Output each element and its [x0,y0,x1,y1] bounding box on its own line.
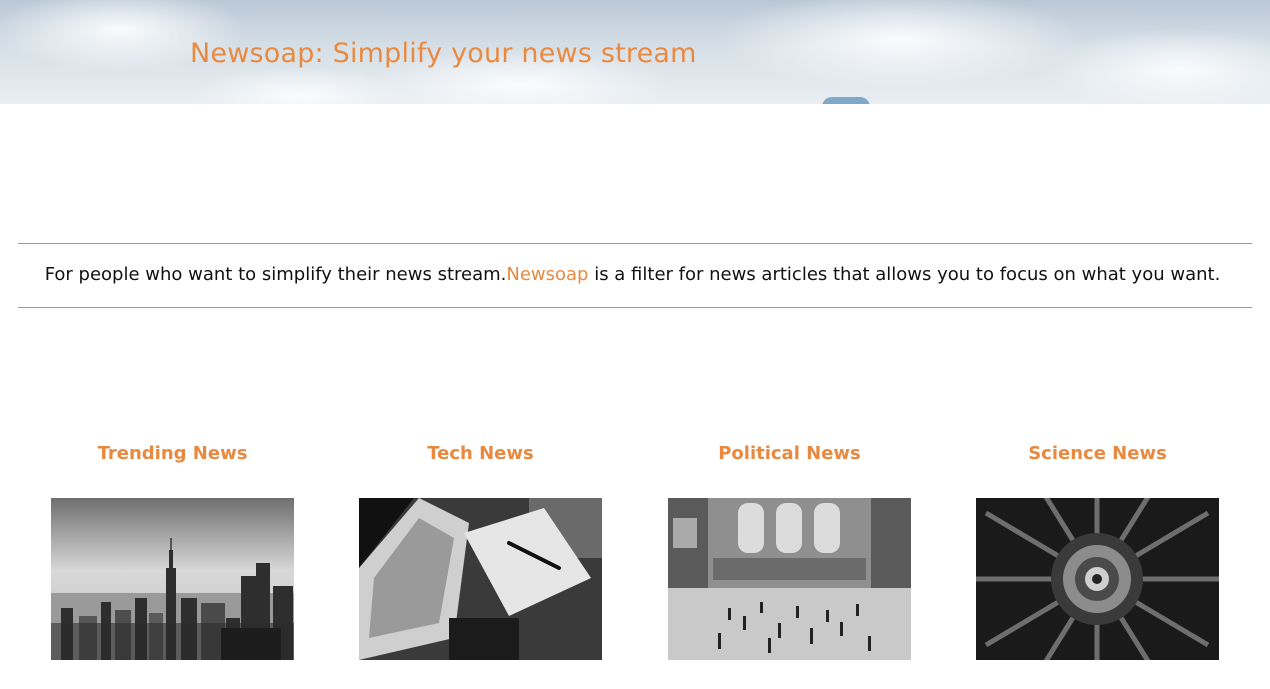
tech-news-image[interactable] [359,498,602,660]
category-title-science[interactable]: Science News [976,440,1219,498]
science-news-image[interactable] [976,498,1219,660]
political-news-image[interactable] [668,498,911,660]
category-political[interactable]: Political News [668,440,911,660]
category-science[interactable]: Science News [976,440,1219,660]
tagline: For people who want to simplify their ne… [0,264,1265,285]
category-title-trending[interactable]: Trending News [51,440,294,498]
tagline-text: For people who want to simplify their ne… [44,264,507,285]
category-tech[interactable]: Tech News [359,440,602,660]
category-trending[interactable]: Trending News [51,440,294,660]
trending-news-image[interactable] [51,498,294,660]
tagline-text-end: is a filter for news articles that allow… [588,264,1221,285]
hero-cloud-shape [822,97,870,104]
category-title-political[interactable]: Political News [668,440,911,498]
divider-bottom [18,307,1252,308]
site-title: Newsoap: Simplify your news stream [190,38,697,69]
divider-top [18,243,1252,244]
tagline-brand: Newsoap [506,264,589,285]
category-title-tech[interactable]: Tech News [359,440,602,498]
hero-banner: Newsoap: Simplify your news stream [0,0,1270,104]
